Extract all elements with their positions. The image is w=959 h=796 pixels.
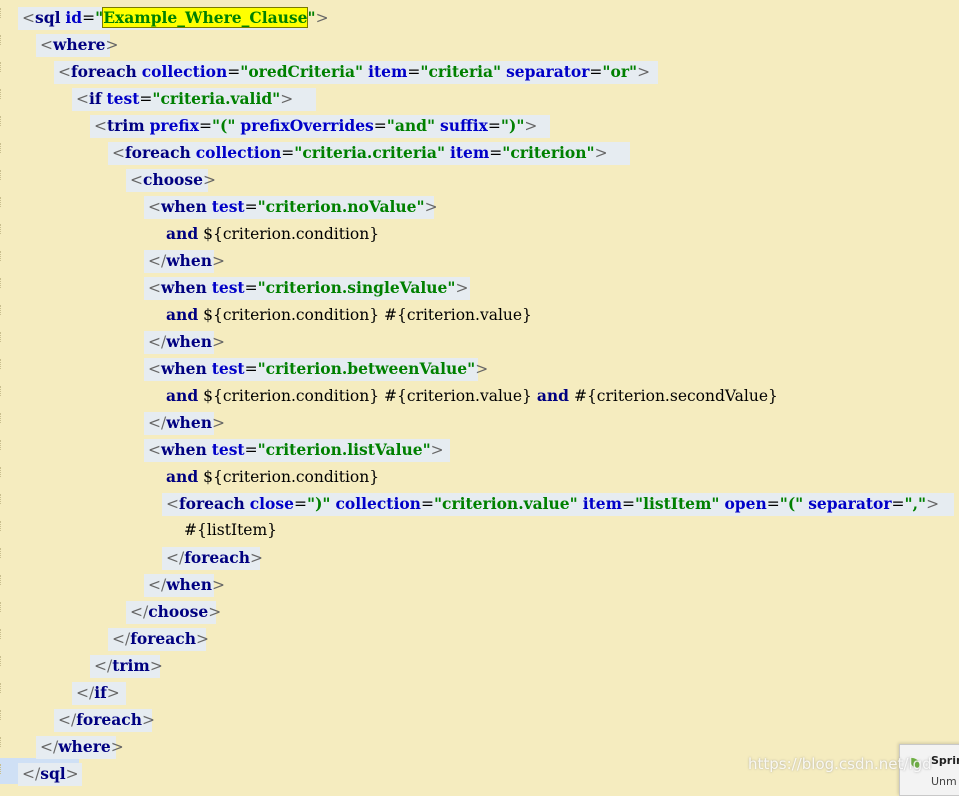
gutter-marker	[0, 197, 4, 207]
gutter-marker	[0, 116, 4, 126]
code-line[interactable]: #{listItem}	[184, 517, 277, 544]
code-text: </when>	[148, 575, 225, 594]
gutter-marker	[0, 251, 4, 261]
code-text: </choose>	[130, 602, 222, 621]
code-line[interactable]: and ${criterion.condition}	[166, 463, 379, 490]
gutter-marker	[0, 35, 4, 45]
code-editor[interactable]: <sql id="Example_Where_Clause"> <where> <f…	[0, 0, 959, 796]
code-line[interactable]: <where>	[36, 31, 119, 58]
popup-title: Sprin	[931, 754, 959, 767]
gutter-marker	[0, 143, 4, 153]
code-line[interactable]: </when>	[144, 247, 225, 274]
code-text: </when>	[148, 332, 225, 351]
code-text: <where>	[40, 35, 119, 54]
code-line[interactable]: <trim prefix="(" prefixOverrides="and" s…	[90, 112, 550, 139]
code-text: <when test="criterion.noValue">	[148, 197, 438, 216]
gutter-marker	[0, 440, 4, 450]
code-text: <when test="criterion.listValue">	[148, 440, 444, 459]
code-text: </if>	[76, 683, 120, 702]
code-line[interactable]: </choose>	[126, 598, 222, 625]
gutter-marker	[0, 656, 4, 666]
code-text: and ${criterion.condition}	[166, 224, 380, 243]
gutter-marker	[0, 305, 4, 315]
code-text: <if test="criteria.valid">	[76, 89, 294, 108]
code-line[interactable]: and ${criterion.condition} #{criterion.v…	[166, 301, 532, 328]
code-text: <sql id="Example_Where_Clause">	[22, 7, 329, 28]
gutter-marker	[0, 764, 4, 774]
code-line[interactable]: <if test="criteria.valid">	[72, 85, 316, 112]
code-line[interactable]: <foreach collection="criteria.criteria" …	[108, 139, 630, 166]
code-text: </foreach>	[58, 710, 156, 729]
code-line[interactable]: </when>	[144, 571, 225, 598]
code-text: and ${criterion.condition} #{criterion.v…	[166, 386, 778, 405]
gutter-marker	[0, 332, 4, 342]
gutter-marker	[0, 62, 4, 72]
watermark-text: https://blog.csdn.net/lgd	[748, 755, 932, 773]
code-line[interactable]: <when test="criterion.listValue">	[144, 436, 450, 463]
code-line[interactable]: </if>	[72, 679, 126, 706]
gutter-marker	[0, 467, 4, 477]
code-text: <when test="criterion.singleValue">	[148, 278, 469, 297]
gutter-marker	[0, 683, 4, 693]
code-text: <choose>	[130, 170, 216, 189]
code-line[interactable]: </trim>	[90, 652, 163, 679]
code-text: </when>	[148, 251, 225, 270]
code-text: <foreach collection="oredCriteria" item=…	[58, 62, 651, 81]
code-text: <foreach collection="criteria.criteria" …	[112, 143, 608, 162]
code-line[interactable]: <when test="criterion.singleValue">	[144, 274, 470, 301]
gutter-marker	[0, 494, 4, 504]
gutter-marker	[0, 89, 4, 99]
code-line[interactable]: <when test="criterion.betweenValue">	[144, 355, 489, 382]
code-text: <when test="criterion.betweenValue">	[148, 359, 489, 378]
code-text: <trim prefix="(" prefixOverrides="and" s…	[94, 116, 538, 135]
gutter-marker	[0, 278, 4, 288]
code-line[interactable]: </where>	[36, 733, 124, 760]
code-line[interactable]: <foreach collection="oredCriteria" item=…	[54, 58, 658, 85]
code-line[interactable]: </when>	[144, 328, 225, 355]
code-text: </when>	[148, 413, 225, 432]
code-text: and ${criterion.condition} #{criterion.v…	[166, 305, 532, 324]
code-line[interactable]: and ${criterion.condition} #{criterion.v…	[166, 382, 778, 409]
gutter-marker	[0, 548, 4, 558]
gutter-marker	[0, 737, 4, 747]
gutter-marker	[0, 629, 4, 639]
gutter-marker	[0, 386, 4, 396]
code-line[interactable]: </when>	[144, 409, 225, 436]
code-line[interactable]: <choose>	[126, 166, 216, 193]
gutter-marker	[0, 575, 4, 585]
gutter-marker	[0, 8, 4, 18]
code-line[interactable]: </foreach>	[54, 706, 156, 733]
gutter-marker	[0, 170, 4, 180]
popup-subtitle: Unm	[931, 775, 957, 788]
gutter-marker	[0, 521, 4, 531]
code-line[interactable]: <foreach close=")" collection="criterion…	[162, 490, 954, 517]
code-line[interactable]: </sql>	[18, 760, 82, 787]
code-text: </trim>	[94, 656, 163, 675]
code-text: #{listItem}	[184, 521, 278, 539]
code-line[interactable]: </foreach>	[108, 625, 210, 652]
code-text: <foreach close=")" collection="criterion…	[166, 494, 940, 513]
code-text: </foreach>	[166, 548, 264, 567]
code-line[interactable]: <sql id="Example_Where_Clause">	[18, 4, 329, 31]
code-text: and ${criterion.condition}	[166, 467, 380, 486]
code-line[interactable]: </foreach>	[162, 544, 264, 571]
gutter-marker	[0, 224, 4, 234]
code-text: </foreach>	[112, 629, 210, 648]
code-text: </sql>	[22, 764, 79, 783]
gutter-marker	[0, 413, 4, 423]
gutter-marker	[0, 710, 4, 720]
gutter-marker	[0, 602, 4, 612]
code-line[interactable]: and ${criterion.condition}	[166, 220, 379, 247]
code-text: </where>	[40, 737, 124, 756]
gutter-marker	[0, 359, 4, 369]
code-line[interactable]: <when test="criterion.noValue">	[144, 193, 438, 220]
